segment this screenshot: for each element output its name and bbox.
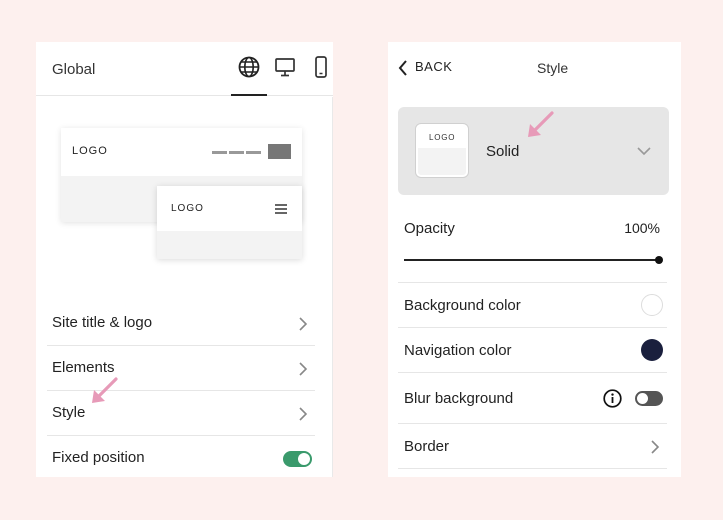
row-label: Background color bbox=[404, 297, 521, 314]
desktop-icon[interactable] bbox=[272, 54, 298, 80]
thumbnail-logo: LOGO bbox=[429, 133, 456, 142]
mobile-icon[interactable] bbox=[308, 54, 333, 80]
toggle-knob bbox=[298, 453, 310, 465]
preview-logo: LOGO bbox=[171, 203, 204, 214]
fixed-position-toggle[interactable] bbox=[283, 451, 312, 467]
preview-nav-link bbox=[246, 151, 261, 154]
background-color-swatch[interactable] bbox=[641, 294, 663, 316]
background-color-row[interactable]: Background color bbox=[398, 282, 667, 327]
info-icon[interactable] bbox=[603, 389, 622, 408]
opacity-slider-handle[interactable] bbox=[655, 256, 663, 264]
menu-item-label: Style bbox=[52, 404, 86, 421]
back-label: BACK bbox=[415, 59, 453, 74]
blur-background-toggle[interactable] bbox=[635, 391, 663, 406]
preview-logo: LOGO bbox=[72, 145, 108, 157]
style-settings-panel: BACK Style LOGO Solid Opacity 100% Backg… bbox=[388, 42, 681, 477]
chevron-right-icon bbox=[299, 317, 308, 331]
navigation-color-row[interactable]: Navigation color bbox=[398, 327, 667, 372]
hamburger-icon bbox=[275, 204, 287, 214]
preview-nav-link bbox=[229, 151, 244, 154]
blur-background-row: Blur background bbox=[398, 372, 667, 423]
panel-title: Global bbox=[52, 61, 96, 78]
row-label: Navigation color bbox=[404, 342, 512, 359]
pointer-arrow-icon bbox=[528, 111, 554, 137]
opacity-slider[interactable] bbox=[404, 259, 659, 261]
border-row[interactable]: Border bbox=[398, 423, 667, 469]
panel-title: Style bbox=[537, 60, 569, 76]
menu-item-fixed-position: Fixed position bbox=[47, 436, 315, 477]
menu-item-label: Fixed position bbox=[52, 449, 145, 466]
toggle-knob bbox=[637, 393, 648, 404]
chevron-right-icon bbox=[299, 362, 308, 376]
chevron-left-icon bbox=[398, 60, 407, 76]
style-select-value: Solid bbox=[486, 143, 520, 160]
menu-item-label: Site title & logo bbox=[52, 314, 153, 331]
menu-item-label: Elements bbox=[52, 359, 115, 376]
preview-nav-link bbox=[212, 151, 227, 154]
menu-item-site-title-logo[interactable]: Site title & logo bbox=[47, 301, 315, 346]
mobile-header-preview: LOGO bbox=[157, 186, 302, 259]
row-label: Blur background bbox=[404, 390, 514, 407]
scrollbar[interactable] bbox=[332, 97, 333, 477]
opacity-label: Opacity bbox=[404, 220, 455, 237]
chevron-down-icon bbox=[637, 147, 651, 156]
globe-icon[interactable] bbox=[236, 54, 262, 80]
chevron-right-icon bbox=[299, 407, 308, 421]
global-settings-panel: Global LOGO LOGO Site title & logo Eleme… bbox=[36, 42, 333, 477]
row-label: Border bbox=[404, 438, 450, 455]
chevron-right-icon bbox=[651, 440, 660, 454]
style-thumbnail: LOGO bbox=[416, 124, 468, 177]
pointer-arrow-icon bbox=[92, 377, 118, 403]
panel-header: Global bbox=[36, 42, 333, 96]
navigation-color-swatch[interactable] bbox=[641, 339, 663, 361]
active-tab-indicator bbox=[231, 94, 267, 96]
opacity-value: 100% bbox=[624, 220, 660, 236]
preview-button bbox=[268, 144, 291, 159]
